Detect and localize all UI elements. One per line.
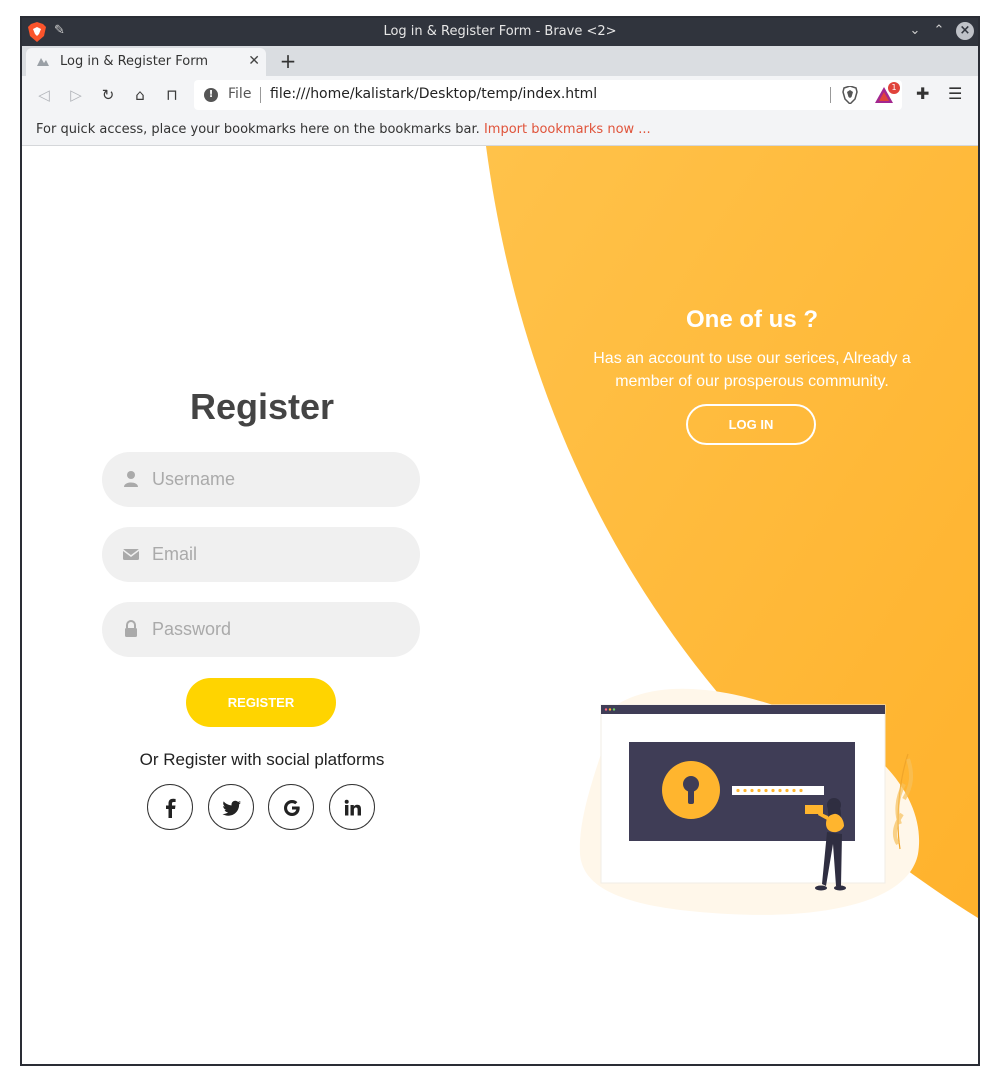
security-illustration — [579, 688, 920, 915]
google-icon — [284, 800, 300, 816]
email-field[interactable] — [102, 527, 420, 582]
minimize-button[interactable]: ⌄ — [906, 22, 924, 40]
url-separator — [260, 87, 261, 103]
envelope-icon — [122, 549, 140, 560]
lock-icon — [125, 620, 137, 637]
brave-rewards-icon[interactable]: 1 — [874, 82, 900, 104]
facebook-button[interactable] — [147, 784, 193, 830]
tab-close-icon[interactable]: ✕ — [248, 53, 260, 69]
password-input[interactable] — [152, 602, 402, 657]
social-text: Or Register with social platforms — [139, 750, 385, 769]
bookmark-button[interactable]: ⊓ — [162, 85, 182, 105]
page-favicon-icon — [37, 58, 49, 66]
extensions-icon[interactable]: ✚ — [916, 84, 929, 103]
panel-title: One of us ? — [686, 306, 818, 333]
twitter-button[interactable] — [208, 784, 254, 830]
register-title: Register — [189, 386, 335, 427]
url-scheme-label: File — [228, 86, 252, 102]
maximize-button[interactable]: ⌃ — [930, 22, 948, 40]
user-icon — [124, 471, 138, 487]
site-info-icon[interactable]: ! — [204, 88, 218, 102]
twitter-icon — [222, 800, 241, 816]
browser-window: ✎ Log in & Register Form - Brave <2> ⌄ ⌃… — [20, 16, 980, 1066]
home-button[interactable]: ⌂ — [130, 85, 150, 105]
username-input[interactable] — [152, 452, 402, 507]
reload-button[interactable]: ↻ — [98, 85, 118, 105]
email-input[interactable] — [152, 527, 402, 582]
facebook-icon — [166, 798, 176, 818]
brave-shields-icon[interactable] — [842, 86, 858, 104]
back-button[interactable]: ◁ — [34, 85, 54, 105]
menu-icon[interactable]: ☰ — [948, 84, 962, 103]
username-field[interactable] — [102, 452, 420, 507]
bookmarks-bar: For quick access, place your bookmarks h… — [22, 114, 978, 146]
close-window-button[interactable]: × — [956, 22, 974, 40]
bookmarks-message: For quick access, place your bookmarks h… — [36, 122, 651, 137]
linkedin-button[interactable] — [329, 784, 375, 830]
tab-strip: Log in & Register Form ✕ + — [22, 46, 978, 76]
new-tab-button[interactable]: + — [278, 49, 298, 73]
forward-button[interactable]: ▷ — [66, 85, 86, 105]
rewards-badge: 1 — [888, 82, 900, 94]
title-bar: ✎ Log in & Register Form - Brave <2> ⌄ ⌃… — [22, 18, 978, 46]
google-button[interactable] — [268, 784, 314, 830]
address-bar[interactable]: ! File file:///home/kalistark/Desktop/te… — [194, 80, 902, 110]
page-content: Register REGISTER Or Register with socia… — [22, 146, 978, 1064]
linkedin-icon — [344, 799, 361, 816]
window-title: Log in & Register Form - Brave <2> — [383, 24, 617, 39]
import-bookmarks-link[interactable]: Import bookmarks now ... — [484, 122, 651, 137]
login-button[interactable]: LOG IN — [686, 404, 816, 445]
navigation-toolbar: ◁ ▷ ↻ ⌂ ⊓ ! File file:///home/kalistark/… — [22, 76, 978, 114]
tab-active[interactable]: Log in & Register Form ✕ — [26, 48, 266, 76]
register-button[interactable]: REGISTER — [186, 678, 336, 727]
url-text[interactable]: file:///home/kalistark/Desktop/temp/inde… — [270, 86, 597, 102]
panel-text: Has an account to use our serices, Alrea… — [593, 350, 911, 390]
url-separator-right — [830, 87, 831, 103]
password-field[interactable] — [102, 602, 420, 657]
tab-label: Log in & Register Form — [60, 54, 209, 69]
bookmarks-hint: For quick access, place your bookmarks h… — [36, 122, 480, 137]
